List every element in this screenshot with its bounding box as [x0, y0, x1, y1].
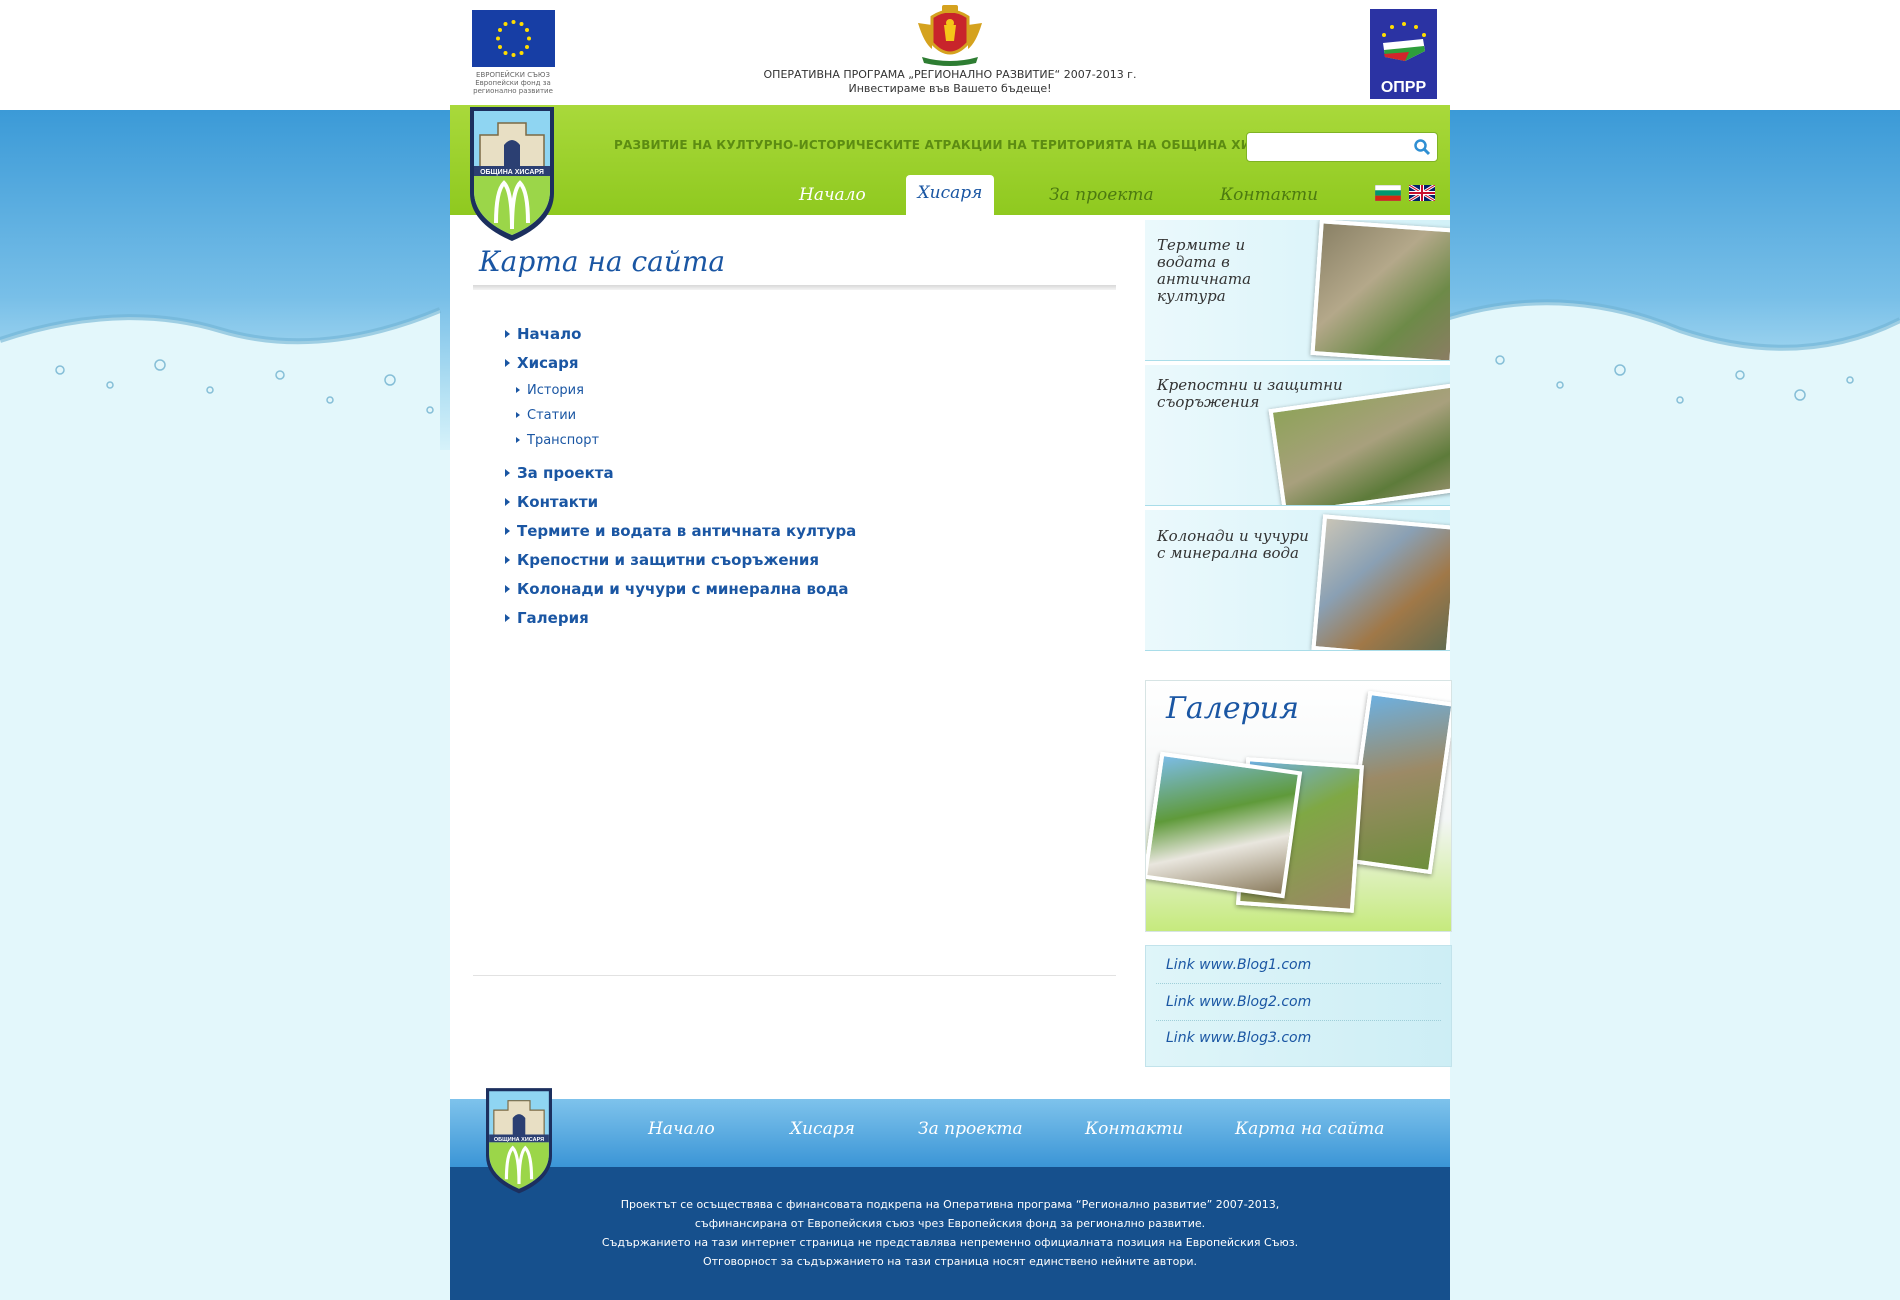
nav-item-hisarya[interactable]: Хисаря — [906, 175, 994, 215]
eu-caption-line: регионално развитие — [473, 87, 553, 95]
site-header: РАЗВИТИЕ НА КУЛТУРНО-ИСТОРИЧЕСКИТЕ АТРАК… — [450, 105, 1450, 215]
footer-line: Проектът се осъществява с финансовата по… — [620, 1198, 1280, 1211]
sitemap-link-contacts[interactable]: Контакти — [505, 493, 856, 522]
nav-item-label: Хисаря — [917, 183, 983, 203]
sitemap-link-hisarya[interactable]: Хисаря — [505, 354, 856, 383]
title-divider — [473, 285, 1116, 290]
svg-text:ОБЩИНА ХИСАРЯ: ОБЩИНА ХИСАРЯ — [480, 169, 544, 176]
footer-line: Съдържанието на тази интернет страница н… — [601, 1236, 1299, 1249]
footer-text: Проектът се осъществява с финансовата по… — [450, 1195, 1450, 1271]
footer-line: съфинансирана от Европейския съюз чрез Е… — [694, 1217, 1206, 1230]
oprr-label: ОПРР — [1380, 79, 1427, 96]
footer-link-home[interactable]: Начало — [648, 1119, 715, 1139]
sitemap-link-gallery[interactable]: Галерия — [505, 609, 856, 638]
sitemap-link-thermae[interactable]: Термите и водата в античната култура — [505, 522, 856, 551]
footer-link-sitemap[interactable]: Карта на сайта — [1235, 1119, 1384, 1139]
gallery-photo — [1146, 751, 1303, 899]
eu-flag-icon — [472, 10, 555, 67]
search-box — [1246, 132, 1438, 162]
footer-logo-icon[interactable]: ОБЩИНА ХИСАРЯ — [480, 1085, 558, 1195]
sitemap-sublist: История Статии Транспорт — [505, 383, 856, 458]
eu-caption-line: ЕВРОПЕЙСКИ СЪЮЗ — [476, 71, 550, 79]
sitemap-link-home[interactable]: Начало — [505, 325, 856, 354]
sitemap-link-about-project[interactable]: За проекта — [505, 464, 856, 493]
nav-item-contacts[interactable]: Контакти — [1220, 185, 1318, 205]
bulgaria-map-icon — [1382, 22, 1426, 61]
promo-title: Колонади и чучури с минерална вода — [1157, 527, 1309, 562]
program-slogan: Инвестираме във Вашето бъдеще! — [848, 82, 1052, 95]
program-title: ОПЕРАТИВНА ПРОГРАМА „РЕГИОНАЛНО РАЗВИТИЕ… — [700, 68, 1200, 96]
sitemap-link-history[interactable]: История — [516, 383, 856, 408]
svg-text:ОБЩИНА ХИСАРЯ: ОБЩИНА ХИСАРЯ — [494, 1137, 544, 1143]
footer-line: Отговорност за съдържанието на тази стра… — [702, 1255, 1198, 1268]
uk-flag-icon[interactable] — [1409, 185, 1435, 201]
search-icon[interactable] — [1413, 138, 1431, 156]
link-divider — [1156, 1020, 1441, 1021]
footer-link-contacts[interactable]: Контакти — [1085, 1119, 1183, 1139]
blog-link[interactable]: Link www.Blog2.com — [1166, 994, 1311, 1010]
gallery-title: Галерия — [1166, 691, 1299, 726]
footer-nav: Начало Хисаря За проекта Контакти Карта … — [450, 1099, 1450, 1167]
content-bottom-divider — [473, 975, 1116, 976]
promo-image — [1311, 514, 1450, 650]
eu-caption: ЕВРОПЕЙСКИ СЪЮЗ Европейски фонд за регио… — [462, 71, 564, 95]
nav-item-about-project[interactable]: За проекта — [1049, 185, 1154, 205]
top-banner: ЕВРОПЕЙСКИ СЪЮЗ Европейски фонд за регио… — [0, 0, 1900, 110]
sitemap-link-transport[interactable]: Транспорт — [516, 433, 856, 458]
gallery-widget[interactable]: Галерия — [1145, 680, 1452, 932]
blog-link[interactable]: Link www.Blog3.com — [1166, 1030, 1311, 1046]
site-tagline: РАЗВИТИЕ НА КУЛТУРНО-ИСТОРИЧЕСКИТЕ АТРАК… — [614, 138, 1288, 152]
sitemap-link-colonnades[interactable]: Колонади и чучури с минерална вода — [505, 580, 856, 609]
sitemap-link-fortresses[interactable]: Крепостни и защитни съоръжения — [505, 551, 856, 580]
nav-item-home[interactable]: Начало — [799, 185, 866, 205]
blog-links: Link www.Blog1.com Link www.Blog2.com Li… — [1145, 945, 1452, 1067]
promo-fortresses[interactable]: Крепостни и защитни съоръжения — [1145, 365, 1450, 506]
link-divider — [1156, 983, 1441, 984]
hisarya-logo-icon[interactable]: ОБЩИНА ХИСАРЯ — [466, 103, 558, 243]
promo-thermae[interactable]: Термите и водата в античната култура — [1145, 220, 1450, 361]
bulgaria-coat-of-arms-icon — [918, 5, 982, 66]
footer-link-about-project[interactable]: За проекта — [918, 1119, 1023, 1139]
footer-disclaimer: Проектът се осъществява с финансовата по… — [450, 1167, 1450, 1300]
program-title-text: ОПЕРАТИВНА ПРОГРАМА „РЕГИОНАЛНО РАЗВИТИЕ… — [763, 68, 1137, 81]
footer-link-hisarya[interactable]: Хисаря — [790, 1119, 855, 1139]
bulgarian-flag-icon[interactable] — [1375, 185, 1401, 201]
page-title: Карта на сайта — [479, 245, 726, 278]
promo-colonnades[interactable]: Колонади и чучури с минерална вода — [1145, 510, 1450, 651]
blog-link[interactable]: Link www.Blog1.com — [1166, 957, 1311, 973]
promo-title: Термите и водата в античната култура — [1157, 236, 1252, 305]
promo-image — [1310, 220, 1450, 360]
page-container: РАЗВИТИЕ НА КУЛТУРНО-ИСТОРИЧЕСКИТЕ АТРАК… — [450, 103, 1452, 1300]
oprr-logo: ОПРР — [1370, 9, 1437, 99]
search-input[interactable] — [1252, 137, 1406, 157]
sitemap-list: Начало Хисаря История Статии Транспорт З… — [505, 325, 856, 638]
eu-caption-line: Европейски фонд за — [475, 79, 551, 87]
sitemap-link-articles[interactable]: Статии — [516, 408, 856, 433]
